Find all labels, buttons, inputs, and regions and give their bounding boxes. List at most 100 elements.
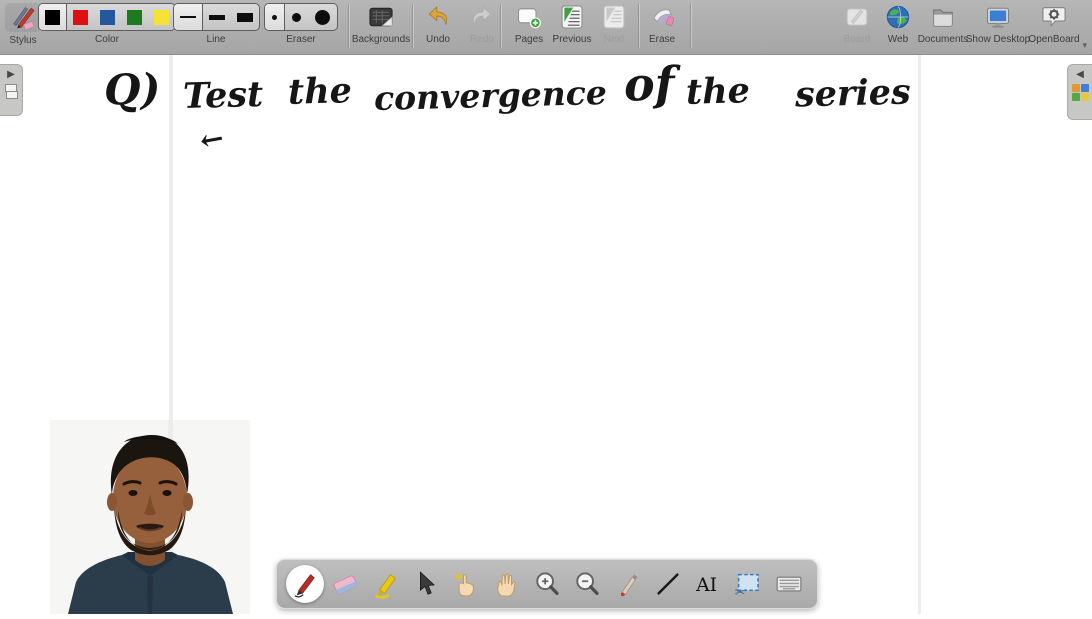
line-icon — [653, 569, 683, 599]
color-swatch-black[interactable] — [39, 4, 67, 30]
selector-tool[interactable] — [407, 565, 445, 603]
handwriting-word: Test — [182, 74, 263, 117]
show-desktop-label: Show Desktop — [966, 34, 1030, 45]
laser-pointer-icon — [613, 569, 643, 599]
highlighter-icon — [371, 569, 401, 599]
write-text-tool[interactable]: AI — [689, 565, 727, 603]
line-thin-option[interactable] — [174, 4, 203, 30]
handwriting-word: convergence — [374, 73, 608, 118]
svg-text:✂: ✂ — [735, 585, 745, 600]
pointing-hand-icon — [451, 569, 481, 599]
redo-button: Redo — [460, 3, 504, 45]
line-label: Line — [207, 34, 226, 45]
pages-button[interactable]: Pages — [506, 3, 552, 45]
web-mode-button[interactable]: Web — [878, 3, 918, 45]
documents-label: Documents — [918, 34, 969, 45]
handwriting-word: series — [794, 71, 911, 115]
pages-label: Pages — [515, 34, 543, 45]
color-swatch-blue[interactable] — [94, 4, 121, 30]
zoom-out-tool[interactable] — [568, 565, 606, 603]
toolbar-overflow-arrow-icon[interactable]: ▾ — [1082, 40, 1087, 51]
eraser-size-row — [264, 3, 338, 31]
pan-hand-tool[interactable] — [488, 565, 526, 603]
right-panel-expander[interactable]: ◀ — [1067, 64, 1092, 120]
zoom-in-tool[interactable] — [528, 565, 566, 603]
toolbar-separator — [412, 4, 413, 48]
laser-pointer-tool[interactable] — [609, 565, 647, 603]
open-hand-icon — [492, 569, 522, 599]
page-edge-line — [918, 55, 921, 614]
capture-screenshot-tool[interactable]: ✂ — [729, 565, 767, 603]
undo-label: Undo — [426, 34, 450, 45]
eraser-group: Eraser — [262, 3, 340, 45]
board-mode-button: Board — [835, 3, 879, 45]
web-globe-icon — [884, 3, 912, 31]
show-desktop-button[interactable]: Show Desktop — [967, 3, 1029, 45]
toolbar-separator — [690, 4, 691, 48]
openboard-menu-button[interactable]: OpenBoard — [1026, 3, 1082, 45]
previous-page-label: Previous — [553, 34, 592, 45]
erase-icon — [648, 3, 676, 31]
line-group: Line — [176, 3, 256, 45]
page-thumbnails-icon — [5, 84, 17, 99]
stylus-label: Stylus — [9, 35, 36, 46]
line-medium-option[interactable] — [203, 4, 231, 30]
eraser-small-option[interactable] — [265, 4, 285, 30]
erase-button[interactable]: Erase — [640, 3, 684, 45]
color-swatch-green[interactable] — [121, 4, 148, 30]
board-label: Board — [844, 34, 871, 45]
highlighter-tool[interactable] — [367, 565, 405, 603]
line-thick-option[interactable] — [231, 4, 259, 30]
next-page-button: Next — [594, 3, 634, 45]
next-page-icon — [600, 3, 628, 31]
keyboard-icon — [774, 569, 804, 599]
next-page-label: Next — [604, 34, 625, 45]
color-swatch-red[interactable] — [67, 4, 94, 30]
previous-page-button[interactable]: Previous — [548, 3, 596, 45]
cursor-arrow-icon — [411, 569, 441, 599]
draw-line-tool[interactable] — [649, 565, 687, 603]
openboard-gear-icon — [1040, 3, 1068, 31]
expand-right-icon: ▶ — [7, 70, 15, 80]
previous-page-icon — [558, 3, 586, 31]
library-icon — [1072, 84, 1089, 101]
undo-icon — [424, 3, 452, 31]
presenter-webcam-overlay — [50, 420, 250, 614]
board-icon — [843, 3, 871, 31]
line-width-row — [173, 3, 260, 31]
stylus-icon — [5, 3, 41, 32]
toolbar-separator — [638, 4, 639, 48]
virtual-keyboard-tool[interactable] — [770, 565, 808, 603]
top-toolbar: Stylus Color Line — [0, 0, 1092, 55]
backgrounds-icon — [367, 3, 395, 31]
backgrounds-label: Backgrounds — [352, 34, 410, 45]
toolbar-separator — [500, 4, 501, 48]
zoom-out-icon — [572, 569, 602, 599]
zoom-in-icon — [532, 569, 562, 599]
color-swatch-yellow[interactable] — [148, 4, 175, 30]
eraser-label: Eraser — [286, 34, 315, 45]
handwriting-word: Q) — [103, 64, 161, 114]
interact-play-tool[interactable] — [447, 565, 485, 603]
show-desktop-monitor-icon — [984, 3, 1012, 31]
eraser-large-option[interactable] — [308, 4, 337, 30]
pen-icon — [290, 569, 320, 599]
backgrounds-button[interactable]: Backgrounds — [352, 3, 410, 45]
eraser-medium-option[interactable] — [285, 4, 308, 30]
web-label: Web — [888, 34, 908, 45]
capture-icon: ✂ — [733, 569, 763, 599]
handwriting-arrow-annotation: ← — [197, 121, 226, 158]
pages-icon — [515, 3, 543, 31]
erase-annotation-tool[interactable] — [326, 565, 364, 603]
handwriting-word: of — [623, 56, 675, 111]
expand-left-icon: ◀ — [1076, 70, 1084, 80]
annotate-pen-tool[interactable] — [286, 565, 324, 603]
handwriting-word: the — [287, 70, 352, 113]
color-group: Color — [46, 3, 168, 45]
svg-text:AI: AI — [695, 575, 717, 596]
documents-folder-icon — [929, 3, 957, 31]
documents-mode-button[interactable]: Documents — [917, 3, 969, 45]
openboard-label: OpenBoard — [1028, 34, 1079, 45]
undo-button[interactable]: Undo — [416, 3, 460, 45]
left-panel-expander[interactable]: ▶ — [0, 64, 23, 116]
